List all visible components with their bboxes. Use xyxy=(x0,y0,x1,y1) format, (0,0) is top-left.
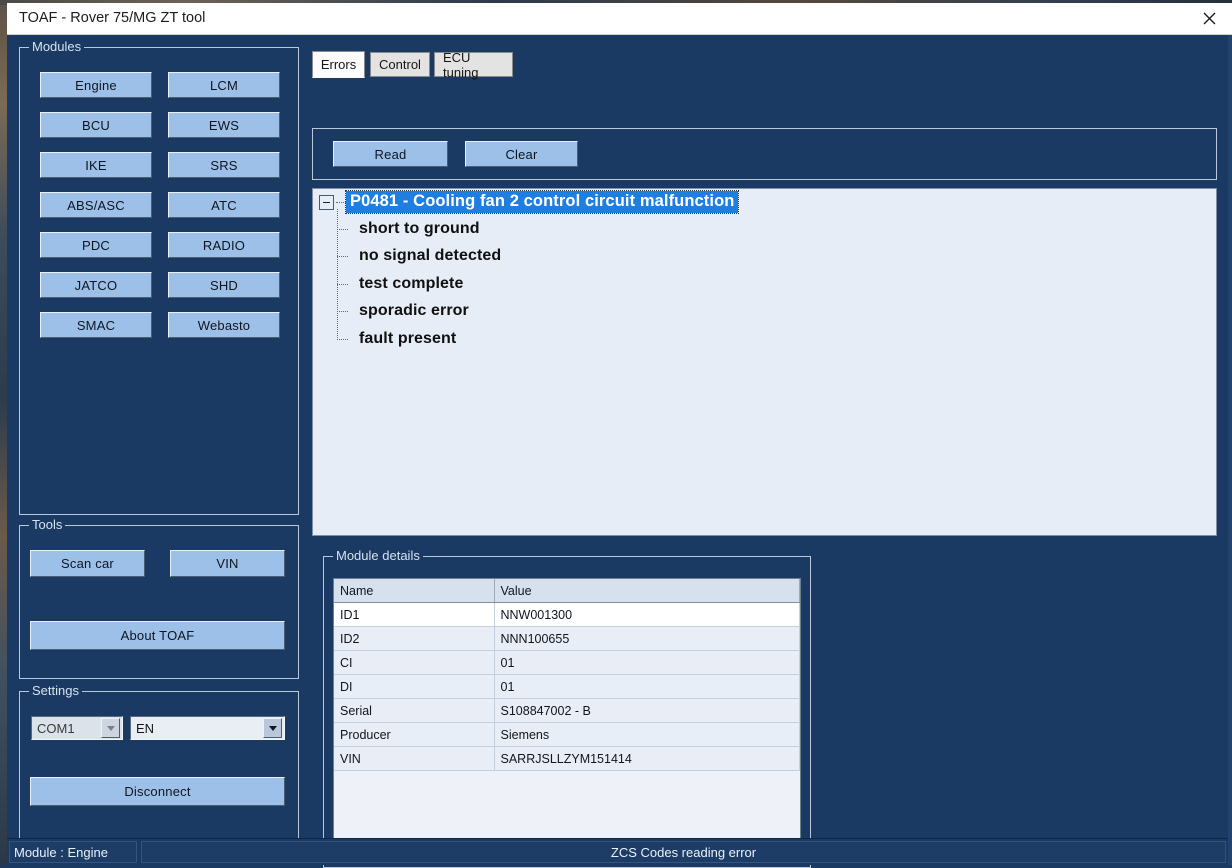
application-window: TOAF - Rover 75/MG ZT tool Modules Engin… xyxy=(7,3,1232,868)
tools-group: Tools Scan car VIN About TOAF xyxy=(19,517,299,679)
window-title: TOAF - Rover 75/MG ZT tool xyxy=(19,10,206,26)
tree-root-row[interactable]: P0481 - Cooling fan 2 control circuit ma… xyxy=(313,189,1216,215)
table-row[interactable]: Producer Siemens xyxy=(334,722,800,747)
tree-item-no-signal-detected[interactable]: no signal detected xyxy=(337,243,1216,271)
modules-group: Modules Engine LCM BCU EWS IKE SRS ABS/A… xyxy=(19,39,299,515)
tab-control[interactable]: Control xyxy=(370,52,430,77)
chevron-down-icon[interactable] xyxy=(263,718,282,738)
module-button-shd[interactable]: SHD xyxy=(168,272,280,298)
client-area: Modules Engine LCM BCU EWS IKE SRS ABS/A… xyxy=(7,35,1232,868)
table-row[interactable]: VIN SARRJSLLZYM151414 xyxy=(334,746,800,771)
module-button-ews[interactable]: EWS xyxy=(168,112,280,138)
read-button[interactable]: Read xyxy=(333,141,448,167)
tree-item-test-complete[interactable]: test complete xyxy=(337,270,1216,298)
language-value: EN xyxy=(136,720,155,736)
status-bar: Module : Engine ZCS Codes reading error xyxy=(7,838,1232,865)
module-button-engine[interactable]: Engine xyxy=(40,72,152,98)
column-header-name: Name xyxy=(334,579,495,603)
cell-name: CI xyxy=(334,650,495,675)
module-details-group: Module details Name Value ID1 NNW001300 xyxy=(323,548,811,868)
chevron-down-icon[interactable] xyxy=(101,718,120,738)
module-details-table[interactable]: Name Value ID1 NNW001300 ID2 NNN100655 C… xyxy=(333,578,801,856)
cell-value: NNW001300 xyxy=(494,602,800,627)
cell-value: 01 xyxy=(494,650,800,675)
cell-value: NNN100655 xyxy=(494,626,800,651)
title-bar: TOAF - Rover 75/MG ZT tool xyxy=(7,3,1232,35)
tree-connector xyxy=(336,201,346,203)
module-button-ike[interactable]: IKE xyxy=(40,152,152,178)
error-code-label[interactable]: P0481 - Cooling fan 2 control circuit ma… xyxy=(344,190,740,214)
scan-car-button[interactable]: Scan car xyxy=(30,550,145,577)
cell-value: Siemens xyxy=(494,722,800,747)
tree-item-fault-present[interactable]: fault present xyxy=(337,325,1216,353)
module-button-jatco[interactable]: JATCO xyxy=(40,272,152,298)
settings-group: Settings COM1 EN Disconnect xyxy=(19,683,299,851)
tree-item-short-to-ground[interactable]: short to ground xyxy=(337,215,1216,243)
cell-name: Serial xyxy=(334,698,495,723)
status-module-label: Module : Engine xyxy=(9,841,137,863)
error-tree-view[interactable]: P0481 - Cooling fan 2 control circuit ma… xyxy=(312,188,1217,536)
tools-group-title: Tools xyxy=(29,517,66,532)
close-icon[interactable] xyxy=(1186,3,1232,34)
module-button-bcu[interactable]: BCU xyxy=(40,112,152,138)
about-toaf-button[interactable]: About TOAF xyxy=(30,621,285,650)
cell-name: Producer xyxy=(334,722,495,747)
table-row[interactable]: ID1 NNW001300 xyxy=(334,602,800,627)
cell-name: ID2 xyxy=(334,626,495,651)
module-button-abs-asc[interactable]: ABS/ASC xyxy=(40,192,152,218)
cell-name: VIN xyxy=(334,746,495,771)
clear-button[interactable]: Clear xyxy=(465,141,578,167)
tab-ecu-tuning[interactable]: ECU tuning xyxy=(434,50,513,80)
module-button-webasto[interactable]: Webasto xyxy=(168,312,280,338)
tree-children: short to ground no signal detected test … xyxy=(337,209,1216,353)
module-button-atc[interactable]: ATC xyxy=(168,192,280,218)
errors-toolbar: Read Clear xyxy=(312,128,1217,180)
module-details-title: Module details xyxy=(333,548,423,563)
settings-group-title: Settings xyxy=(29,683,82,698)
tree-item-sporadic-error[interactable]: sporadic error xyxy=(337,298,1216,326)
disconnect-button[interactable]: Disconnect xyxy=(30,777,285,806)
cell-name: DI xyxy=(334,674,495,699)
cell-value: S108847002 - B xyxy=(494,698,800,723)
module-button-srs[interactable]: SRS xyxy=(168,152,280,178)
table-row[interactable]: DI 01 xyxy=(334,674,800,699)
cell-name: ID1 xyxy=(334,602,495,627)
cell-value: SARRJSLLZYM151414 xyxy=(494,746,800,771)
table-row[interactable]: ID2 NNN100655 xyxy=(334,626,800,651)
com-port-value: COM1 xyxy=(37,720,75,736)
language-select[interactable]: EN xyxy=(130,716,285,740)
module-button-smac[interactable]: SMAC xyxy=(40,312,152,338)
status-message-label: ZCS Codes reading error xyxy=(141,841,1226,863)
tab-errors[interactable]: Errors xyxy=(312,51,365,78)
module-button-pdc[interactable]: PDC xyxy=(40,232,152,258)
vin-button[interactable]: VIN xyxy=(170,550,285,577)
cell-value: 01 xyxy=(494,674,800,699)
table-row[interactable]: CI 01 xyxy=(334,650,800,675)
table-row[interactable]: Serial S108847002 - B xyxy=(334,698,800,723)
column-header-value: Value xyxy=(494,579,800,603)
minus-square-icon[interactable] xyxy=(319,194,334,210)
table-header-row: Name Value xyxy=(334,579,800,603)
module-button-radio[interactable]: RADIO xyxy=(168,232,280,258)
com-port-select[interactable]: COM1 xyxy=(31,716,123,740)
modules-group-title: Modules xyxy=(29,39,85,54)
module-button-lcm[interactable]: LCM xyxy=(168,72,280,98)
window-right-edge xyxy=(1228,35,1232,865)
